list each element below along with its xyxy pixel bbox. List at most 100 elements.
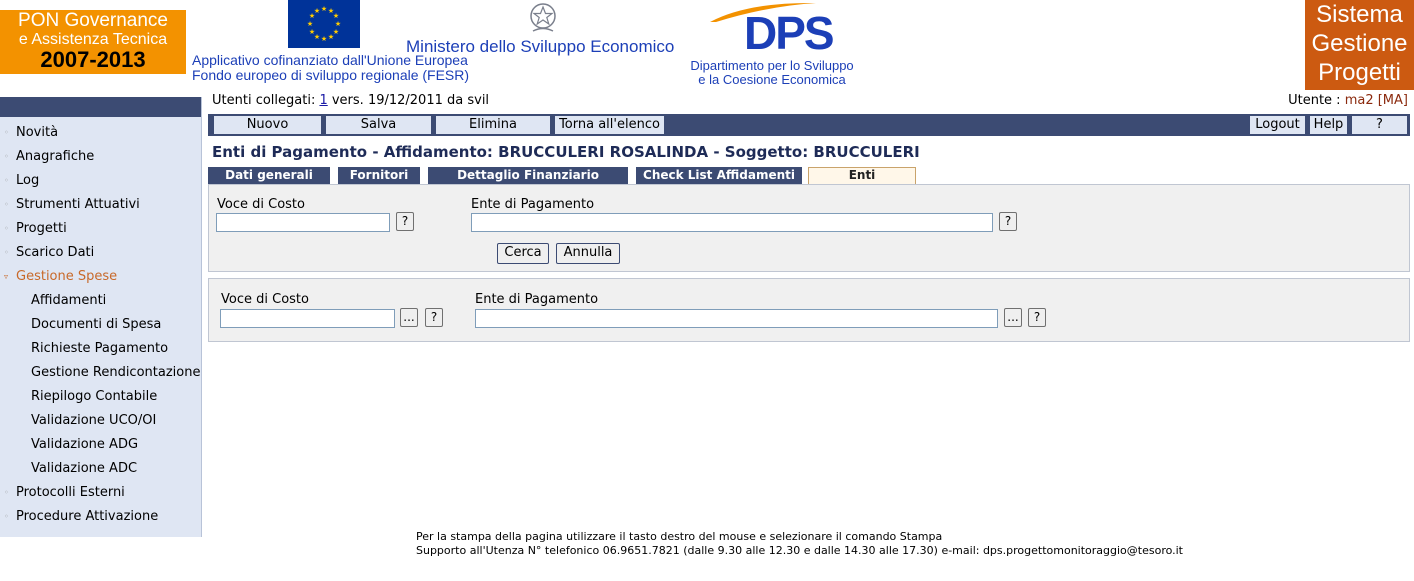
pon-logo-line3: 2007-2013 — [40, 47, 146, 72]
sidebar-item-gestione-spese[interactable]: ▿ Gestione Spese — [0, 265, 200, 289]
footer-support-info: Supporto all'Utenza N° telefonico 06.965… — [416, 544, 1183, 557]
sidebar-item-label: Richieste Pagamento — [31, 341, 169, 356]
cerca-button[interactable]: Cerca — [497, 243, 549, 264]
sidebar-item-label: Novità — [16, 125, 59, 140]
sidebar-item-label: Strumenti Attuativi — [16, 197, 140, 212]
eu-text-line2: Fondo europeo di sviluppo regionale (FES… — [192, 67, 470, 83]
tab-fornitori[interactable]: Fornitori — [338, 167, 420, 184]
search-ente-di-pagamento-input[interactable] — [471, 213, 993, 232]
dps-department-text: Dipartimento per lo Sviluppo e la Coesio… — [672, 59, 872, 87]
nuovo-button[interactable]: Nuovo — [214, 116, 322, 134]
tab-dettaglio-finanziario[interactable]: Dettaglio Finanziario — [428, 167, 628, 184]
sistema-gestione-progetti-logo: Sistema Gestione Progetti — [1305, 0, 1414, 90]
ministero-title: Ministero dello Sviluppo Economico — [406, 37, 675, 56]
bullet-icon: ◦ — [4, 200, 9, 209]
svg-text:★: ★ — [321, 5, 327, 13]
svg-text:★: ★ — [321, 35, 327, 43]
edit-voce-di-costo-input[interactable] — [220, 309, 395, 328]
edit-voce-help-button[interactable]: ? — [425, 308, 443, 327]
search-panel: Voce di Costo ? Ente di Pagamento ? Cerc… — [208, 184, 1410, 272]
sgp-line3: Progetti — [1318, 59, 1401, 86]
sidebar-item-scarico-dati[interactable]: ◦ Scarico Dati — [0, 241, 200, 265]
salva-button[interactable]: Salva — [326, 116, 432, 134]
sidebar-item-procedure-attivazione[interactable]: ◦ Procedure Attivazione — [0, 505, 200, 529]
bullet-icon: ◦ — [4, 224, 9, 233]
sidebar-item-validazione-uco-oi[interactable]: Validazione UCO/OI — [0, 409, 200, 433]
sidebar-item-documenti-di-spesa[interactable]: Documenti di Spesa — [0, 313, 200, 337]
svg-text:★: ★ — [335, 20, 341, 28]
dps-text-line2: e la Coesione Economica — [698, 72, 846, 87]
sidebar-item-protocolli-esterni[interactable]: ◦ Protocolli Esterni — [0, 481, 200, 505]
sidebar-item-novita[interactable]: ◦ Novità — [0, 121, 200, 145]
sidebar-item-label: Gestione Spese — [16, 269, 118, 284]
header: PON Governance e Assistenza Tecnica 2007… — [0, 0, 1414, 92]
pon-logo-line1: PON Governance — [18, 10, 168, 31]
search-ente-help-button[interactable]: ? — [999, 212, 1017, 231]
edit-voce-di-costo-label: Voce di Costo — [221, 292, 309, 307]
sidebar-item-gestione-rendicontazione[interactable]: Gestione Rendicontazione — [0, 361, 200, 385]
bullet-icon: ◦ — [4, 128, 9, 137]
annulla-button[interactable]: Annulla — [556, 243, 620, 264]
search-voce-di-costo-label: Voce di Costo — [217, 197, 305, 212]
bullet-icon: ◦ — [4, 152, 9, 161]
help-button[interactable]: Help — [1310, 116, 1348, 134]
torna-elenco-button[interactable]: Torna all'elenco — [555, 116, 665, 134]
svg-text:★: ★ — [309, 28, 315, 36]
sidebar-item-label: Validazione ADG — [31, 437, 139, 452]
users-connected-link[interactable]: 1 — [319, 93, 327, 108]
edit-ente-di-pagamento-input[interactable] — [475, 309, 998, 328]
footer-print-hint: Per la stampa della pagina utilizzare il… — [416, 530, 943, 543]
sidebar-header-bar — [0, 97, 201, 117]
edit-ente-help-button[interactable]: ? — [1028, 308, 1046, 327]
sgp-line2: Gestione — [1311, 30, 1408, 57]
expanded-bullet-icon: ▿ — [4, 272, 9, 281]
sidebar-item-label: Affidamenti — [31, 293, 107, 308]
italian-emblem-icon — [530, 3, 556, 32]
pon-governance-logo: PON Governance e Assistenza Tecnica 2007… — [0, 10, 186, 74]
sidebar-item-label: Progetti — [16, 221, 67, 236]
sidebar-item-validazione-adc[interactable]: Validazione ADC — [0, 457, 200, 481]
search-voce-di-costo-input[interactable] — [216, 213, 390, 232]
search-ente-di-pagamento-label: Ente di Pagamento — [471, 197, 595, 212]
sidebar-item-strumenti-attuativi[interactable]: ◦ Strumenti Attuativi — [0, 193, 200, 217]
tab-dati-generali[interactable]: Dati generali — [208, 167, 330, 184]
sidebar-item-progetti[interactable]: ◦ Progetti — [0, 217, 200, 241]
sidebar-item-label: Log — [16, 173, 40, 188]
svg-text:★: ★ — [333, 12, 339, 20]
edit-ente-di-pagamento-label: Ente di Pagamento — [475, 292, 599, 307]
status-info: Utenti collegati: 1 vers. 19/12/2011 da … — [212, 93, 489, 109]
tab-enti-pagamento[interactable]: Enti Pagamento — [808, 167, 916, 197]
sgp-line1: Sistema — [1316, 1, 1403, 28]
bullet-icon: ◦ — [4, 512, 9, 521]
user-name: ma2 [MA] — [1344, 93, 1408, 108]
elimina-button[interactable]: Elimina — [436, 116, 551, 134]
sidebar-item-label: Gestione Rendicontazione — [31, 365, 201, 380]
version-text: vers. 19/12/2011 da svil — [327, 93, 490, 108]
svg-text:★: ★ — [314, 7, 320, 15]
question-button[interactable]: ? — [1352, 116, 1408, 134]
sidebar-item-label: Protocolli Esterni — [16, 485, 125, 500]
sidebar-item-anagrafiche[interactable]: ◦ Anagrafiche — [0, 145, 200, 169]
page-title: Enti di Pagamento - Affidamento: BRUCCUL… — [212, 143, 920, 161]
sidebar-item-log[interactable]: ◦ Log — [0, 169, 200, 193]
sidebar-item-label: Procedure Attivazione — [16, 509, 159, 524]
edit-voce-lookup-button[interactable]: ... — [400, 308, 418, 327]
sidebar-nav: ◦ Novità ◦ Anagrafiche ◦ Log ◦ Strumenti… — [0, 97, 202, 537]
edit-ente-lookup-button[interactable]: ... — [1004, 308, 1022, 327]
toolbar: Nuovo Salva Elimina Torna all'elenco Log… — [208, 114, 1410, 136]
bullet-icon: ◦ — [4, 176, 9, 185]
edit-panel: Voce di Costo ... ? Ente di Pagamento ..… — [208, 278, 1410, 342]
logout-button[interactable]: Logout — [1250, 116, 1306, 134]
tab-check-list-affidamenti[interactable]: Check List Affidamenti — [636, 167, 802, 184]
sidebar-item-affidamenti[interactable]: Affidamenti — [0, 289, 200, 313]
search-voce-help-button[interactable]: ? — [396, 212, 414, 231]
eu-cofinancing-text: Applicativo cofinanziato dall'Unione Eur… — [192, 53, 469, 83]
sidebar-item-richieste-pagamento[interactable]: Richieste Pagamento — [0, 337, 200, 361]
sidebar-item-label: Documenti di Spesa — [31, 317, 162, 332]
sidebar-item-validazione-adg[interactable]: Validazione ADG — [0, 433, 200, 457]
dps-text-line1: Dipartimento per lo Sviluppo — [690, 58, 854, 73]
sidebar-item-label: Scarico Dati — [16, 245, 95, 260]
current-user: Utente : ma2 [MA] — [1288, 93, 1408, 109]
sidebar-item-riepilogo-contabile[interactable]: Riepilogo Contabile — [0, 385, 200, 409]
svg-text:★: ★ — [328, 33, 334, 41]
